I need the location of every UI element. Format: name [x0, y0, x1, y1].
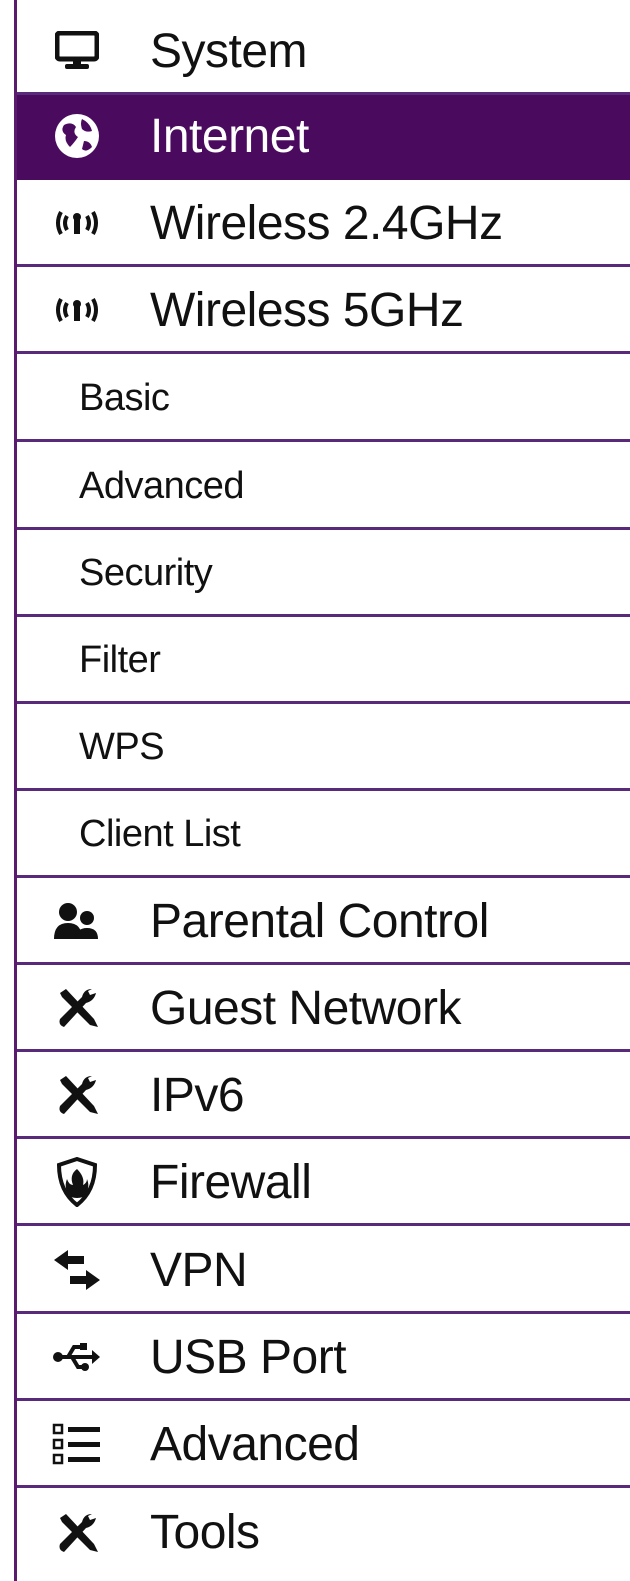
menu-item-tools[interactable]: Tools [17, 1490, 630, 1575]
menu-item-label: Tools [150, 1506, 260, 1559]
menu-item-wireless-2-4ghz[interactable]: Wireless 2.4GHz [17, 182, 630, 267]
menu-item-label: Internet [150, 109, 309, 163]
menu-item-basic[interactable]: Basic [17, 357, 630, 442]
menu-item-client-list[interactable]: Client List [17, 793, 630, 878]
menu-item-advanced[interactable]: Advanced [17, 1403, 630, 1488]
usb-icon [49, 1329, 105, 1385]
menu-item-label: Advanced [79, 464, 245, 507]
tools-icon [49, 980, 105, 1036]
side-menu: System Internet Wireless 2.4GHz Wireless… [14, 0, 630, 1581]
swap-arrows-icon [49, 1242, 105, 1298]
monitor-icon [49, 23, 105, 79]
menu-item-label: VPN [150, 1243, 248, 1297]
menu-item-ipv6[interactable]: IPv6 [17, 1054, 630, 1139]
users-icon [49, 893, 105, 949]
globe-icon [49, 108, 105, 164]
menu-item-label: USB Port [150, 1330, 347, 1384]
menu-item-filter[interactable]: Filter [17, 619, 630, 704]
list-icon [49, 1416, 105, 1472]
menu-item-label: Firewall [150, 1155, 312, 1209]
menu-item-label: Advanced [150, 1417, 360, 1471]
menu-item-vpn[interactable]: VPN [17, 1229, 630, 1314]
menu-item-wireless-5ghz[interactable]: Wireless 5GHz [17, 269, 630, 354]
menu-item-label: System [150, 24, 308, 78]
menu-item-label: IPv6 [150, 1068, 245, 1122]
wireless-signal-icon [49, 195, 105, 251]
menu-item-label: Wireless 2.4GHz [150, 196, 503, 250]
menu-item-label: Wireless 5GHz [150, 283, 464, 337]
menu-item-label: Security [79, 551, 213, 594]
menu-item-security[interactable]: Security [17, 532, 630, 617]
wireless-signal-icon [49, 282, 105, 338]
menu-item-internet[interactable]: Internet [17, 95, 630, 180]
tools-icon [49, 1505, 105, 1561]
firewall-shield-icon [49, 1154, 105, 1210]
menu-item-label: Filter [79, 638, 161, 681]
menu-item-label: Basic [79, 376, 170, 419]
menu-item-label: Guest Network [150, 981, 461, 1035]
menu-item-label: Client List [79, 812, 241, 855]
menu-item-firewall[interactable]: Firewall [17, 1141, 630, 1226]
menu-item-label: WPS [79, 725, 165, 768]
menu-item-label: Parental Control [150, 894, 489, 948]
menu-item-usb-port[interactable]: USB Port [17, 1316, 630, 1401]
menu-item-system[interactable]: System [17, 10, 630, 95]
tools-icon [49, 1067, 105, 1123]
menu-item-parental-control[interactable]: Parental Control [17, 880, 630, 965]
menu-item-guest-network[interactable]: Guest Network [17, 967, 630, 1052]
menu-item-advanced-wireless[interactable]: Advanced [17, 445, 630, 530]
menu-item-wps[interactable]: WPS [17, 706, 630, 791]
